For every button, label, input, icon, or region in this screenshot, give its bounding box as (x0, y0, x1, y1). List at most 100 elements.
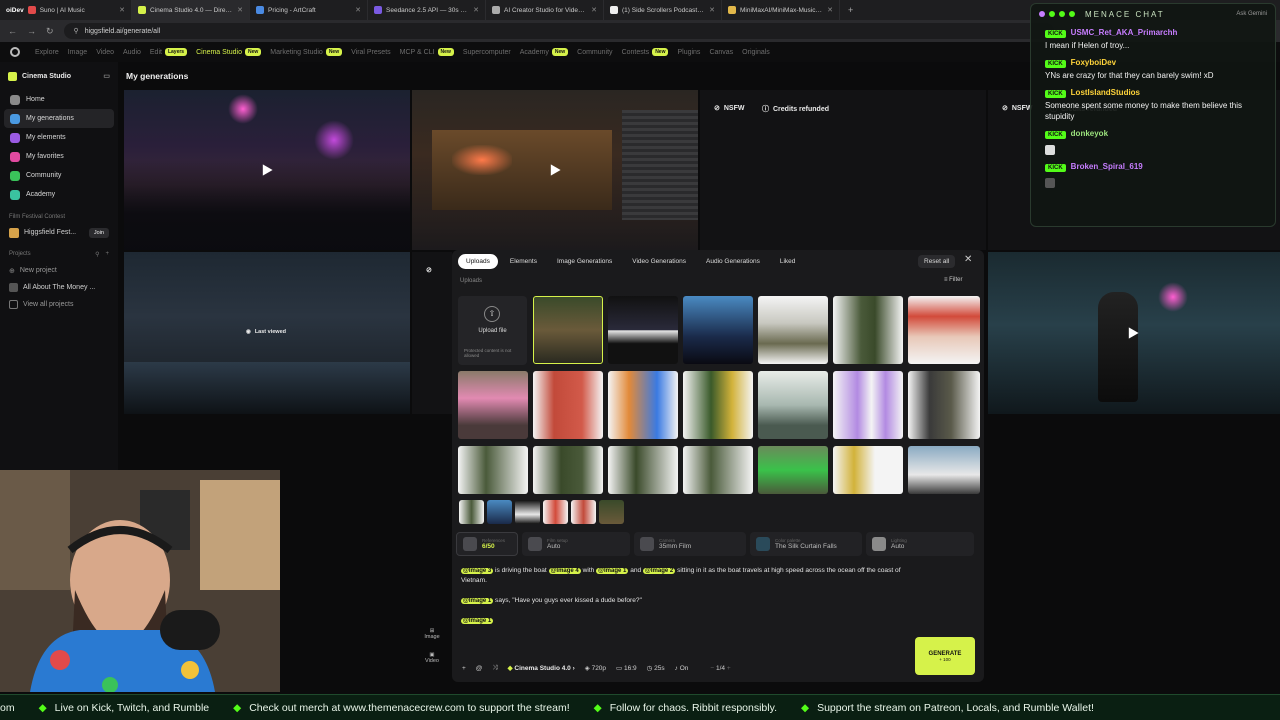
reference-chip[interactable] (543, 500, 568, 524)
reference-chip[interactable] (487, 500, 512, 524)
upload-thumbnail[interactable] (908, 371, 980, 439)
nav-audio[interactable]: Audio (123, 49, 141, 56)
site-info-icon[interactable]: ⚲ (74, 27, 79, 35)
color-palette-setting[interactable]: Color palette The Silk Curtain Falls (750, 532, 862, 556)
browser-tab[interactable]: MiniMaxAI/MiniMax-Music3 · H ✕ (722, 0, 840, 20)
reset-all-button[interactable]: Reset all (918, 255, 956, 268)
generation-thumbnail[interactable] (988, 252, 1280, 414)
mention-icon[interactable]: @ (476, 665, 483, 672)
references-setting[interactable]: References 6/50 (456, 532, 518, 556)
join-button[interactable]: Join (88, 227, 109, 238)
sidebar-item-my-elements[interactable]: My elements (4, 128, 114, 147)
upload-thumbnail[interactable] (833, 296, 903, 364)
add-project-icon[interactable]: + (105, 251, 109, 258)
nav-supercomputer[interactable]: Supercomputer (463, 49, 511, 56)
model-selector[interactable]: ◆ Cinema Studio 4.0 › (508, 664, 575, 672)
sidebar-item-my-favorites[interactable]: My favorites (4, 147, 114, 166)
nav-community[interactable]: Community (577, 49, 612, 56)
generation-thumbnail[interactable] (412, 90, 698, 250)
browser-tab[interactable]: (1) Side Scrollers Podcast (@Si ✕ (604, 0, 722, 20)
close-icon[interactable]: ✕ (591, 6, 597, 14)
nav-image[interactable]: Image (68, 49, 87, 56)
higgsfield-logo-icon[interactable] (10, 47, 20, 57)
upload-thumbnail[interactable] (458, 446, 528, 494)
upload-thumbnail[interactable] (533, 296, 603, 364)
generation-thumbnail-nsfw[interactable]: ⊘NSFW ⓘ Credits refunded (700, 90, 986, 250)
project-item[interactable]: All About The Money ... (0, 279, 118, 296)
close-icon[interactable]: ✕ (355, 6, 361, 14)
nav-viral-presets[interactable]: Viral Presets (351, 49, 391, 56)
sidebar-item-home[interactable]: Home (4, 90, 114, 109)
lighting-setting[interactable]: Lighting Auto (866, 532, 974, 556)
film-setup-setting[interactable]: Film setup Auto (522, 532, 630, 556)
close-icon[interactable]: ✕ (964, 254, 972, 265)
tab-liked[interactable]: Liked (772, 254, 804, 269)
close-icon[interactable]: ✕ (709, 6, 715, 14)
browser-tab[interactable]: Pricing - ArtCraft ✕ (250, 0, 368, 20)
reference-chip[interactable] (459, 500, 484, 524)
nav-mcp-cli[interactable]: MCP & CLI New (400, 48, 454, 56)
nav-plugins[interactable]: Plugins (677, 49, 700, 56)
play-icon[interactable] (548, 163, 562, 177)
reload-icon[interactable]: ↻ (46, 26, 54, 37)
close-icon[interactable]: ✕ (473, 6, 479, 14)
generate-button[interactable]: GENERATE + 100 (915, 637, 975, 675)
reference-chip[interactable] (599, 500, 624, 524)
nav-video[interactable]: Video (96, 49, 114, 56)
upload-thumbnail[interactable] (908, 296, 980, 364)
upload-thumbnail[interactable] (458, 371, 528, 439)
play-icon[interactable] (1126, 326, 1140, 340)
tab-video-generations[interactable]: Video Generations (624, 254, 694, 269)
close-icon[interactable]: ✕ (119, 6, 125, 14)
reference-chip[interactable] (515, 500, 540, 524)
close-icon[interactable]: ✕ (827, 6, 833, 14)
upload-thumbnail[interactable] (683, 371, 753, 439)
close-icon[interactable]: ✕ (237, 6, 243, 14)
view-all-projects-item[interactable]: View all projects (0, 296, 118, 313)
forward-icon[interactable]: → (27, 26, 36, 36)
nav-academy[interactable]: Academy New (520, 48, 569, 56)
audio-toggle[interactable]: ♪ On (675, 665, 689, 672)
generation-thumbnail[interactable]: ◉ Last viewed (124, 252, 410, 414)
browser-tab[interactable]: oiDev Suno | AI Music ✕ (0, 0, 132, 20)
generation-thumbnail-nsfw[interactable]: ⊘ (412, 252, 452, 414)
tab-image-generations[interactable]: Image Generations (549, 254, 620, 269)
new-project-item[interactable]: ⊕ New project (0, 262, 118, 279)
upload-thumbnail[interactable] (683, 446, 753, 494)
nav-explore[interactable]: Explore (35, 49, 59, 56)
collapse-sidebar-icon[interactable]: ▭ (103, 72, 110, 80)
ask-gemini-button[interactable]: Ask Gemini (1236, 11, 1267, 17)
upload-thumbnail[interactable] (683, 296, 753, 364)
video-mode-button[interactable]: ▣ Video (422, 652, 442, 664)
aspect-selector[interactable]: ▭ 16:9 (616, 664, 637, 672)
upload-thumbnail[interactable] (758, 446, 828, 494)
nav-marketing-studio[interactable]: Marketing Studio New (270, 48, 343, 56)
browser-tab[interactable]: Seedance 2.5 API — 30s Nativ ✕ (368, 0, 486, 20)
reference-chip[interactable] (571, 500, 596, 524)
generation-thumbnail[interactable] (124, 90, 410, 250)
upload-thumbnail[interactable] (908, 446, 980, 494)
browser-tab[interactable]: AI Creator Studio for Video & I ✕ (486, 0, 604, 20)
upload-file-button[interactable]: ⇧ Upload file Protected content is not a… (458, 296, 527, 365)
sidebar-item-community[interactable]: Community (4, 166, 114, 185)
prompt-input[interactable]: @Image 3 is driving the boat @Image 4 wi… (461, 566, 911, 626)
browser-tab-active[interactable]: Cinema Studio 4.0 — Direct Eve ✕ (132, 0, 250, 20)
nav-cinema-studio[interactable]: Cinema Studio New (196, 48, 262, 56)
nav-contests[interactable]: Contests New (622, 48, 669, 56)
festival-item[interactable]: Higgsfield Fest... Join (0, 224, 118, 241)
camera-setting[interactable]: Camera 35mm Film (634, 532, 746, 556)
image-mode-button[interactable]: ⊞ Image (422, 628, 442, 640)
upload-thumbnail[interactable] (758, 296, 828, 364)
upload-thumbnail[interactable] (533, 446, 603, 494)
search-icon[interactable]: ⚲ (95, 251, 99, 258)
upload-thumbnail[interactable] (608, 296, 678, 364)
nav-originals[interactable]: Originals (742, 49, 770, 56)
nav-canvas[interactable]: Canvas (709, 49, 733, 56)
upload-thumbnail[interactable] (758, 371, 828, 439)
sidebar-item-academy[interactable]: Academy (4, 185, 114, 204)
upload-thumbnail[interactable] (608, 446, 678, 494)
new-tab-icon[interactable]: + (840, 5, 853, 15)
sidebar-item-my-generations[interactable]: My generations (4, 109, 114, 128)
upload-thumbnail[interactable] (833, 371, 903, 439)
upload-thumbnail[interactable] (833, 446, 903, 494)
